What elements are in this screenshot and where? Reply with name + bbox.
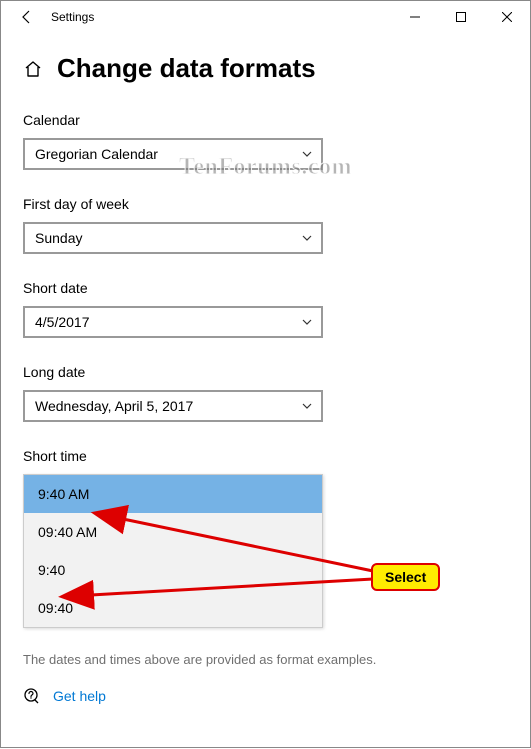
calendar-dropdown[interactable]: Gregorian Calendar (23, 138, 323, 170)
page-header: Change data formats (23, 53, 508, 84)
short-date-value: 4/5/2017 (35, 314, 90, 330)
long-date-dropdown[interactable]: Wednesday, April 5, 2017 (23, 390, 323, 422)
help-row: Get help (23, 687, 508, 705)
short-time-option[interactable]: 09:40 AM (24, 513, 322, 551)
calendar-label: Calendar (23, 112, 508, 128)
help-icon (23, 687, 41, 705)
short-date-dropdown[interactable]: 4/5/2017 (23, 306, 323, 338)
first-day-dropdown[interactable]: Sunday (23, 222, 323, 254)
maximize-button[interactable] (438, 1, 484, 33)
short-time-option[interactable]: 09:40 (24, 589, 322, 627)
page-title: Change data formats (57, 53, 316, 84)
first-day-label: First day of week (23, 196, 508, 212)
chevron-down-icon (301, 148, 313, 160)
chevron-down-icon (301, 316, 313, 328)
home-icon[interactable] (23, 59, 43, 79)
annotation-badge: Select (371, 563, 440, 591)
short-time-listbox[interactable]: 9:40 AM 09:40 AM 9:40 09:40 (23, 474, 323, 628)
back-button[interactable] (13, 3, 41, 31)
long-date-label: Long date (23, 364, 508, 380)
help-link[interactable]: Get help (53, 688, 106, 704)
chevron-down-icon (301, 232, 313, 244)
footnote-text: The dates and times above are provided a… (23, 652, 508, 667)
short-time-label: Short time (23, 448, 508, 464)
minimize-button[interactable] (392, 1, 438, 33)
short-time-option[interactable]: 9:40 (24, 551, 322, 589)
calendar-value: Gregorian Calendar (35, 146, 158, 162)
short-date-label: Short date (23, 280, 508, 296)
long-date-value: Wednesday, April 5, 2017 (35, 398, 193, 414)
window-controls (392, 1, 530, 33)
first-day-value: Sunday (35, 230, 82, 246)
short-time-option[interactable]: 9:40 AM (24, 475, 322, 513)
chevron-down-icon (301, 400, 313, 412)
close-button[interactable] (484, 1, 530, 33)
app-title: Settings (51, 10, 94, 24)
